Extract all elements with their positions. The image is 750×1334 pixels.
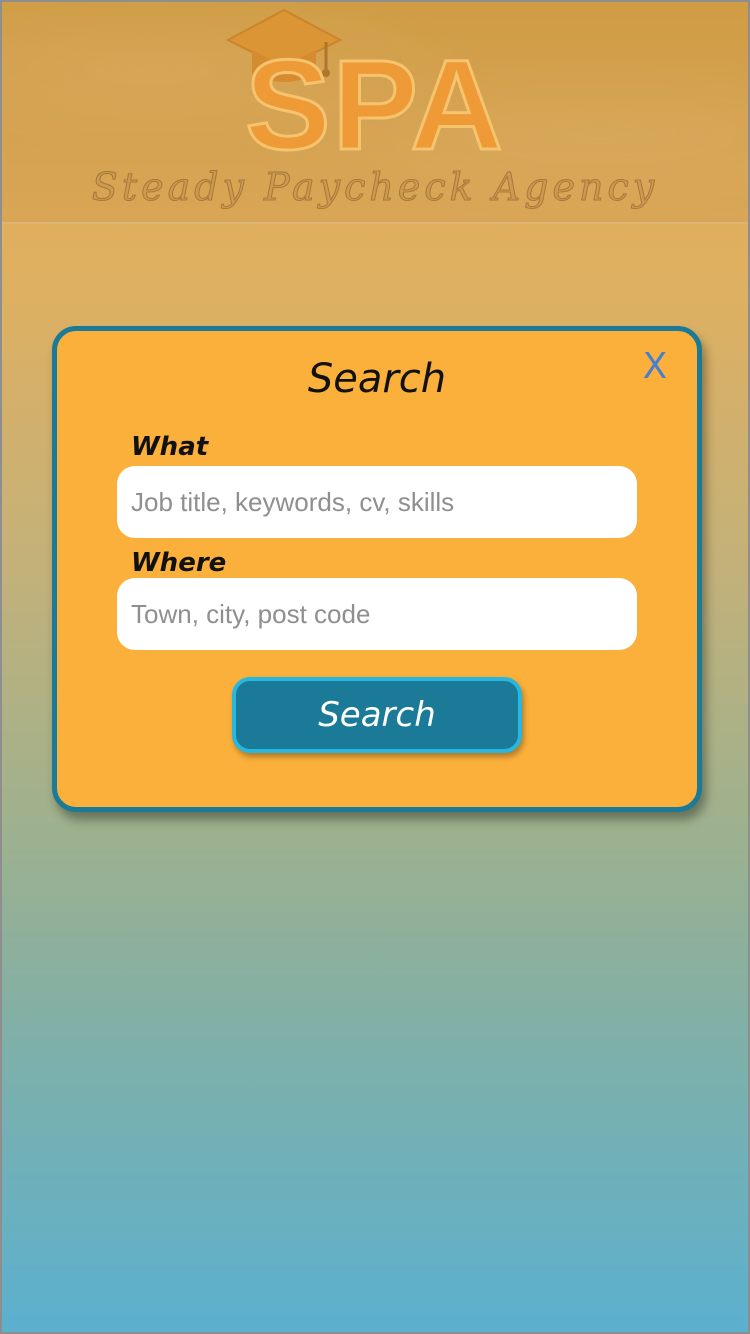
where-input[interactable]	[117, 578, 637, 650]
logo-subtitle: Steady Paycheck Agency	[91, 165, 659, 210]
app-header: SPA Steady Paycheck Agency	[2, 2, 748, 224]
where-label: Where	[131, 548, 227, 578]
what-label: What	[131, 432, 209, 462]
search-button[interactable]: Search	[232, 677, 522, 753]
dialog-title: Search	[307, 356, 447, 402]
close-button[interactable]: X	[635, 345, 675, 389]
search-dialog: Search X What Where Search	[52, 326, 702, 812]
what-input[interactable]	[117, 466, 637, 538]
logo-text: SPA	[244, 34, 505, 177]
